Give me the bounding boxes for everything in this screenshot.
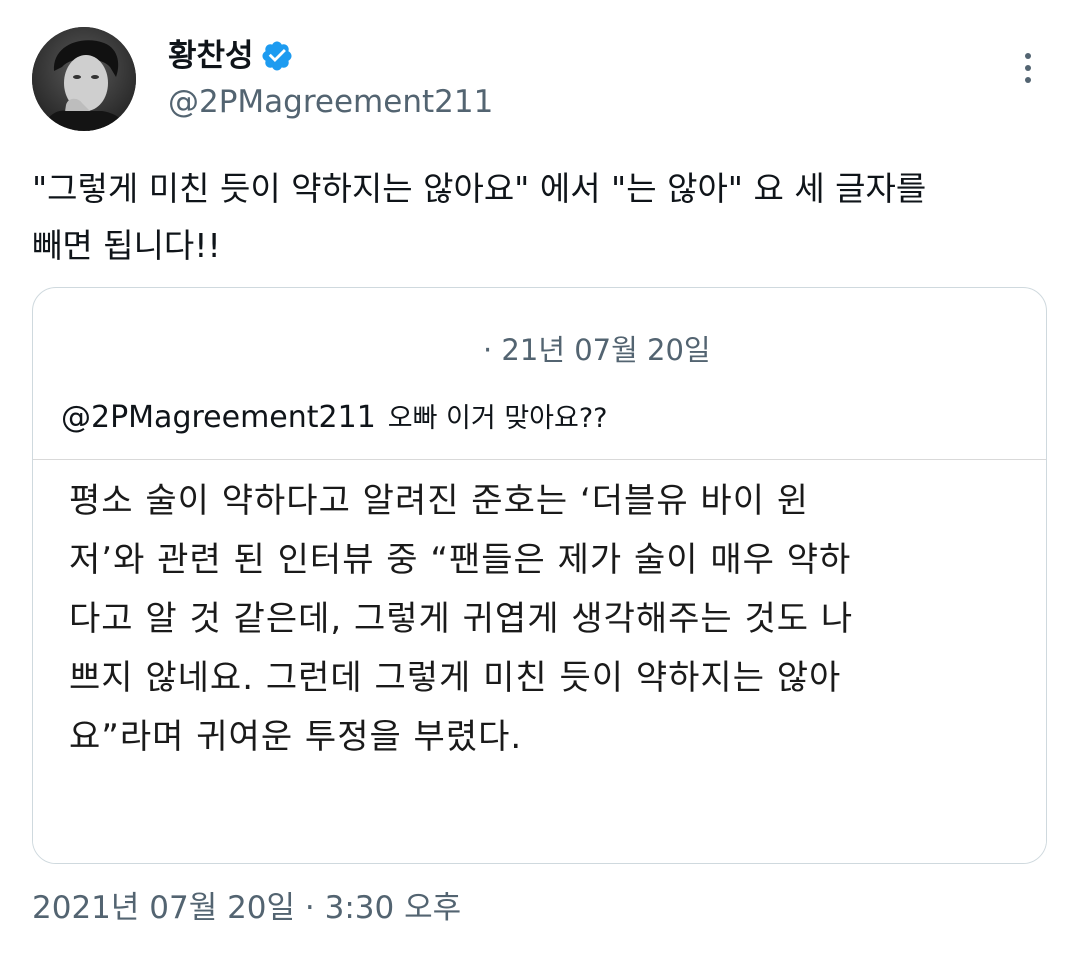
quote-reply-text: 오빠 이거 맞아요?? <box>387 403 608 434</box>
more-vertical-icon[interactable] <box>1006 46 1050 90</box>
article-text: 평소 술이 약하다고 알려진 준호는 ‘더블유 바이 윈 저’와 관련 된 인터… <box>69 481 854 757</box>
tweet-timestamp[interactable]: 2021년 07월 20일 · 3:30 오후 <box>32 888 461 928</box>
quote-date: · 21년 07월 20일 <box>483 333 711 367</box>
avatar-photo <box>32 27 136 131</box>
author-handle[interactable]: @2PMagreement211 <box>168 82 493 122</box>
quote-mention-link[interactable]: @2PMagreement211 <box>61 400 376 435</box>
display-name[interactable]: 황찬성 <box>168 36 254 76</box>
quote-reply-line: @2PMagreement211 오빠 이거 맞아요?? <box>61 396 608 435</box>
quoted-tweet-card[interactable]: · 21년 07월 20일 @2PMagreement211 오빠 이거 맞아요… <box>32 287 1047 864</box>
quote-article-image[interactable]: 평소 술이 약하다고 알려진 준호는 ‘더블유 바이 윈 저’와 관련 된 인터… <box>33 460 1046 863</box>
verified-badge-icon <box>260 39 294 73</box>
quote-header: · 21년 07월 20일 <box>33 288 1046 378</box>
avatar[interactable] <box>32 27 136 131</box>
author-name-row: 황찬성 <box>168 36 294 76</box>
tweet-text: "그렇게 미친 듯이 약하지는 않아요" 에서 "는 않아" 요 세 글자를 빼… <box>32 169 927 265</box>
